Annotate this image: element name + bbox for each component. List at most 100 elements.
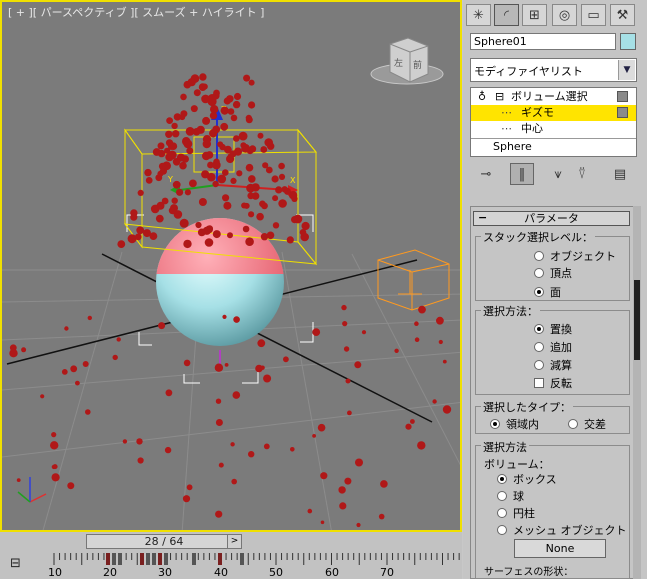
stack-item-gizmo[interactable]: ⋯ ギズモ bbox=[471, 105, 636, 121]
remove-modifier-icon[interactable]: ⍢ bbox=[570, 163, 594, 185]
particle bbox=[245, 116, 253, 124]
particle bbox=[278, 162, 285, 170]
hierarchy-tab-icon[interactable]: ⊞ bbox=[522, 4, 547, 26]
particle bbox=[320, 520, 325, 525]
particle bbox=[436, 316, 444, 325]
invert-checkbox[interactable]: 反転 bbox=[534, 375, 572, 391]
configure-sets-icon[interactable]: ▤ bbox=[608, 163, 632, 185]
object-color-swatch[interactable] bbox=[620, 33, 636, 50]
modify-tab-icon[interactable]: ◜ bbox=[494, 4, 519, 26]
stack-item-sphere[interactable]: Sphere bbox=[471, 138, 636, 155]
stack-item-center[interactable]: ⋯ 中心 bbox=[471, 121, 636, 137]
particle bbox=[161, 197, 169, 205]
tick-label: 50 bbox=[269, 566, 283, 579]
modifier-toggle-icon[interactable] bbox=[617, 91, 628, 102]
keyframe-marker[interactable] bbox=[158, 553, 162, 565]
collapse-icon[interactable]: ⊟ bbox=[495, 89, 504, 105]
panel-scrollbar[interactable] bbox=[633, 206, 641, 579]
keyframe-marker[interactable] bbox=[118, 553, 122, 565]
particle bbox=[173, 113, 182, 121]
particle bbox=[230, 114, 238, 122]
pin-stack-icon[interactable]: ⊸ bbox=[474, 163, 498, 185]
object-name-field[interactable]: Sphere01 bbox=[470, 33, 616, 50]
particle bbox=[201, 83, 208, 90]
particle bbox=[212, 161, 221, 170]
rollout-header[interactable]: − パラメータ bbox=[473, 211, 630, 226]
particle bbox=[117, 240, 126, 249]
radio-cylinder[interactable]: 円柱 bbox=[497, 505, 535, 521]
radio-replace[interactable]: 置換 bbox=[534, 321, 572, 337]
radio-mesh-object[interactable]: メッシュ オブジェクト bbox=[497, 522, 627, 538]
particle bbox=[347, 410, 352, 416]
keyframe-marker[interactable] bbox=[240, 553, 244, 565]
make-unique-icon[interactable]: ⩛ bbox=[546, 163, 570, 185]
subobject-toggle-icon[interactable] bbox=[617, 107, 628, 118]
radio-box[interactable]: ボックス bbox=[497, 471, 557, 487]
perspective-viewport[interactable]: X Y Z 左 前 [ + ][ パースペクティブ ][ スムーズ + ハイライ… bbox=[0, 0, 462, 532]
viewcube-left-label: 左 bbox=[394, 57, 403, 69]
particle bbox=[222, 314, 227, 319]
particle bbox=[238, 131, 248, 141]
tick-label: 30 bbox=[158, 566, 172, 579]
keyframe-marker[interactable] bbox=[218, 553, 222, 565]
particle bbox=[405, 423, 412, 430]
chevron-down-icon[interactable]: ▼ bbox=[618, 60, 635, 80]
particle bbox=[312, 328, 321, 336]
radio-sphere[interactable]: 球 bbox=[497, 488, 524, 504]
create-tab-icon[interactable]: ✳ bbox=[466, 4, 491, 26]
keyframe-marker[interactable] bbox=[106, 553, 110, 565]
particle bbox=[137, 457, 144, 464]
particle bbox=[248, 79, 255, 86]
particle bbox=[260, 365, 265, 370]
particle bbox=[218, 462, 224, 468]
keyframe-marker[interactable] bbox=[164, 553, 168, 565]
radio-object[interactable]: オブジェクト bbox=[534, 248, 616, 264]
keyframe-marker[interactable] bbox=[152, 553, 156, 565]
particle bbox=[75, 380, 80, 386]
radio-crossing[interactable]: 交差 bbox=[568, 416, 606, 432]
particle bbox=[312, 434, 316, 438]
modifier-list-dropdown[interactable]: モディファイヤリスト ▼ bbox=[470, 58, 637, 82]
keyframe-marker[interactable] bbox=[192, 553, 196, 565]
particle bbox=[264, 138, 274, 147]
keyframe-marker[interactable] bbox=[146, 553, 150, 565]
keyframe-marker[interactable] bbox=[112, 553, 116, 565]
particle bbox=[193, 89, 201, 97]
particle bbox=[260, 146, 268, 153]
ruler-labels: 10 20 30 40 50 60 70 bbox=[40, 566, 462, 579]
particle bbox=[442, 359, 447, 364]
show-end-result-icon[interactable]: ‖ bbox=[510, 163, 534, 185]
particle bbox=[202, 151, 211, 161]
pick-object-button[interactable]: None bbox=[514, 539, 606, 558]
particle bbox=[64, 326, 69, 331]
lightbulb-icon[interactable]: ♁ bbox=[478, 89, 486, 105]
radio-vertex[interactable]: 頂点 bbox=[534, 265, 572, 281]
helper-box[interactable] bbox=[377, 249, 450, 311]
particle bbox=[157, 142, 165, 150]
next-frame-arrow-icon[interactable]: > bbox=[227, 534, 242, 549]
radio-window[interactable]: 領域内 bbox=[490, 416, 539, 432]
scrollbar-thumb[interactable] bbox=[634, 280, 640, 360]
particle bbox=[187, 78, 196, 87]
radio-add[interactable]: 追加 bbox=[534, 339, 572, 355]
particle bbox=[85, 409, 91, 415]
surface-shape-title: サーフェスの形状： bbox=[484, 567, 574, 578]
utilities-tab-icon[interactable]: ⚒ bbox=[610, 4, 635, 26]
viewport-label[interactable]: [ + ][ パースペクティブ ][ スムーズ + ハイライト ] bbox=[8, 4, 264, 20]
modifier-stack[interactable]: ♁ ⊟ ボリューム選択 ⋯ ギズモ ⋯ 中心 Sphere bbox=[470, 87, 637, 157]
stack-item-volume-select[interactable]: ♁ ⊟ ボリューム選択 bbox=[471, 89, 636, 105]
particle bbox=[263, 374, 272, 383]
particle bbox=[417, 441, 426, 450]
stack-item-label: ギズモ bbox=[521, 106, 554, 119]
particle bbox=[202, 139, 211, 149]
radio-face[interactable]: 面 bbox=[534, 284, 561, 300]
particle bbox=[183, 139, 193, 149]
display-tab-icon[interactable]: ▭ bbox=[581, 4, 606, 26]
particle bbox=[224, 145, 232, 154]
radio-subtract[interactable]: 減算 bbox=[534, 357, 572, 373]
particle bbox=[186, 147, 194, 155]
motion-tab-icon[interactable]: ◎ bbox=[552, 4, 577, 26]
keyframe-marker[interactable] bbox=[140, 553, 144, 565]
viewcube[interactable]: 左 前 bbox=[370, 37, 444, 85]
track-bar-icon[interactable]: ⊟ bbox=[10, 556, 34, 574]
